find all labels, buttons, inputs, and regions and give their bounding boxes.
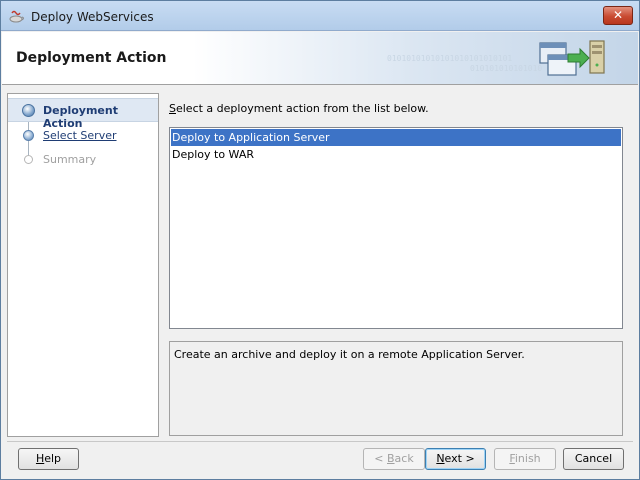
page-title: Deployment Action [16, 50, 167, 66]
close-button[interactable]: ✕ [603, 6, 633, 25]
header-binary-decoration-2: 010101010101010 [470, 64, 543, 73]
nav-step-label: Summary [43, 153, 97, 166]
header-binary-decoration: 01010101010101010101010101 [387, 54, 513, 63]
wizard-header: Deployment Action 0101010101010101010101… [2, 32, 638, 85]
finish-label: inish [514, 452, 541, 465]
next-button[interactable]: Next > [425, 448, 486, 470]
back-button[interactable]: < Back [363, 448, 425, 470]
help-button[interactable]: Help [18, 448, 79, 470]
nav-step-deployment-action[interactable]: Deployment Action [8, 98, 158, 130]
title-bar[interactable]: Deploy WebServices ✕ [1, 1, 639, 31]
active-step-icon [22, 104, 35, 117]
footer-separator [7, 441, 633, 442]
nav-step-summary: Summary [8, 148, 158, 172]
coffee-cup-icon [9, 10, 24, 23]
list-item-deploy-to-application-server[interactable]: Deploy to Application Server [171, 129, 621, 146]
next-label: ext > [444, 452, 475, 465]
wizard-steps-nav: Deployment Action Select Server Summary [7, 93, 159, 437]
help-mnemonic: H [35, 452, 45, 465]
instruction-text: Select a deployment action from the list… [169, 102, 429, 115]
step-node-icon [23, 130, 34, 141]
wizard-window: Deploy WebServices ✕ Deployment Action 0… [0, 0, 640, 480]
window-title: Deploy WebServices [31, 10, 154, 24]
next-mnemonic: N [436, 452, 445, 465]
nav-step-select-server[interactable]: Select Server [8, 124, 158, 148]
back-prefix: < [374, 452, 387, 465]
nav-step-label: Select Server [43, 129, 117, 142]
deployment-action-list[interactable]: Deploy to Application Server Deploy to W… [169, 127, 623, 329]
list-item-deploy-to-war[interactable]: Deploy to WAR [171, 146, 621, 163]
back-label: ack [394, 452, 414, 465]
cancel-button[interactable]: Cancel [563, 448, 624, 470]
instruction-rest: elect a deployment action from the list … [175, 102, 429, 115]
action-description: Create an archive and deploy it on a rem… [169, 341, 623, 436]
instruction-mnemonic: S [169, 102, 176, 115]
finish-button[interactable]: Finish [494, 448, 556, 470]
deploy-server-icon [539, 40, 605, 76]
close-icon: ✕ [612, 8, 624, 22]
help-label: elp [44, 452, 62, 465]
disabled-step-icon [24, 155, 33, 164]
back-mnemonic: B [387, 452, 395, 465]
